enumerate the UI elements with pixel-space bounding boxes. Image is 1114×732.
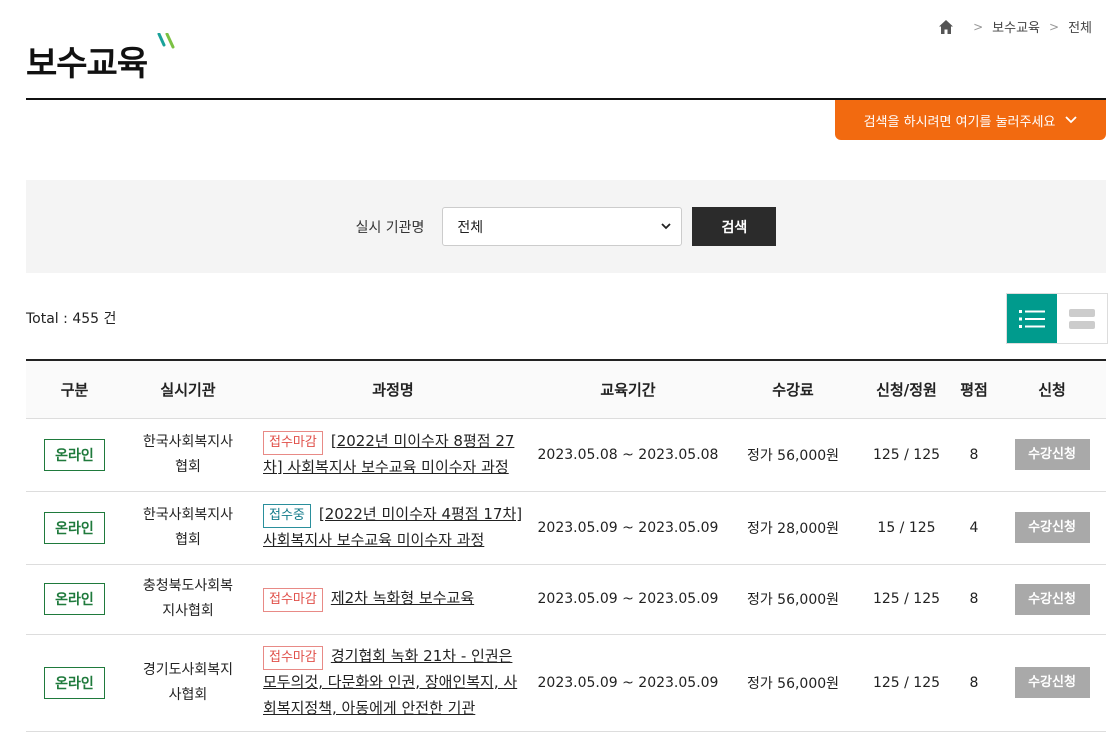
search-toggle-button[interactable]: 검색을 하시려면 여기를 눌러주세요	[835, 100, 1106, 140]
period-cell: 2023.05.08 ~ 2023.05.08	[533, 418, 723, 492]
status-badge: 접수마감	[263, 588, 323, 612]
type-badge: 온라인	[44, 666, 105, 699]
page-title: 보수교육	[26, 44, 148, 84]
column-header: 평점	[950, 360, 998, 419]
chevron-right-icon: >	[973, 19, 984, 34]
card-view-button[interactable]	[1057, 294, 1107, 343]
org-line: 사협회	[168, 686, 208, 703]
quota-cell: 15 / 125	[863, 491, 950, 565]
org-select[interactable]: 전체	[442, 207, 683, 246]
column-header: 교육기간	[533, 360, 723, 419]
table-row: 온라인 한국사회복지사협회 접수중 [2022년 미이수자 4평점 17차] 사회…	[26, 491, 1106, 565]
table-header-row: 구분 실시기관 과정명 교육기간 수강료 신청/정원 평점 신청	[26, 360, 1106, 419]
type-badge: 온라인	[44, 583, 105, 615]
column-header: 신청	[998, 360, 1106, 419]
search-toggle-label: 검색을 하시려면 여기를 눌러주세요	[863, 114, 1056, 130]
course-cell: 접수마감 제2차 녹화형 보수교육	[253, 564, 533, 635]
type-badge: 온라인	[44, 438, 105, 471]
org-select-value: 전체	[457, 219, 484, 236]
search-button[interactable]: 검색	[692, 207, 777, 246]
org-line: 충청북도사회복	[142, 578, 234, 594]
breadcrumb-item[interactable]: 보수교육	[992, 17, 1040, 36]
org-cell: 경기도사회복지사협회	[123, 634, 253, 732]
score-cell: 4	[950, 491, 998, 565]
status-badge: 접수마감	[263, 430, 323, 455]
period-cell: 2023.05.09 ~ 2023.05.09	[533, 634, 723, 732]
title-accent-icon	[157, 33, 175, 49]
total-count: Total : 455 건	[26, 311, 117, 327]
quota-cell: 125 / 125	[863, 418, 950, 492]
table-row: 온라인 경기도사회복지사협회 접수마감 경기협회 녹화 21차 - 인권은 모두의…	[26, 634, 1106, 732]
quota-cell: 125 / 125	[863, 634, 950, 732]
org-line: 협회	[175, 531, 201, 548]
course-cell: 접수마감 [2022년 미이수자 8평점 27차] 사회복지사 보수교육 미이수자…	[253, 418, 533, 492]
list-view-button[interactable]	[1007, 294, 1057, 343]
search-panel: 실시 기관명 전체 검색	[26, 180, 1106, 273]
org-line: 한국사회복지사	[142, 506, 234, 523]
column-header: 구분	[26, 360, 123, 419]
status-badge: 접수중	[263, 503, 311, 528]
apply-button[interactable]: 수강신청	[1014, 667, 1090, 698]
chevron-down-icon	[1065, 116, 1078, 124]
status-badge: 접수마감	[263, 645, 323, 670]
org-cell: 한국사회복지사협회	[123, 491, 253, 565]
course-link[interactable]: 제2차 녹화형 보수교육	[331, 589, 474, 607]
course-cell: 접수마감 경기협회 녹화 21차 - 인권은 모두의것, 다문화와 인권, 장애인…	[253, 634, 533, 732]
fee-cell: 정가 56,000원	[723, 634, 863, 732]
view-toggle	[1006, 293, 1108, 344]
breadcrumb-item-current[interactable]: 전체	[1068, 17, 1092, 36]
org-line: 경기도사회복지	[142, 661, 234, 678]
table-row: 온라인 충청북도사회복지사협회 접수마감 제2차 녹화형 보수교육 2023.05…	[26, 564, 1106, 635]
score-cell: 8	[950, 634, 998, 732]
score-cell: 8	[950, 418, 998, 492]
chevron-right-icon: >	[1049, 19, 1060, 34]
apply-button[interactable]: 수강신청	[1014, 583, 1090, 615]
fee-cell: 정가 56,000원	[723, 418, 863, 492]
period-cell: 2023.05.09 ~ 2023.05.09	[533, 491, 723, 565]
org-line: 한국사회복지사	[142, 433, 234, 450]
org-cell: 충청북도사회복지사협회	[123, 564, 253, 635]
course-table: 구분 실시기관 과정명 교육기간 수강료 신청/정원 평점 신청 온라인 한국사…	[26, 359, 1106, 732]
column-header: 과정명	[253, 360, 533, 419]
type-badge: 온라인	[44, 511, 105, 544]
home-icon[interactable]	[938, 19, 954, 35]
fee-cell: 정가 56,000원	[723, 564, 863, 635]
breadcrumb: > 보수교육 > 전체	[938, 17, 1092, 36]
quota-cell: 125 / 125	[863, 564, 950, 635]
org-filter-label: 실시 기관명	[355, 219, 425, 236]
apply-button[interactable]: 수강신청	[1014, 439, 1090, 470]
fee-cell: 정가 28,000원	[723, 491, 863, 565]
list-icon	[1019, 309, 1045, 328]
score-cell: 8	[950, 564, 998, 635]
org-line: 지사협회	[162, 603, 214, 619]
column-header: 신청/정원	[863, 360, 950, 419]
period-cell: 2023.05.09 ~ 2023.05.09	[533, 564, 723, 635]
card-view-icon	[1069, 308, 1095, 329]
chevron-down-icon	[661, 223, 672, 230]
column-header: 실시기관	[123, 360, 253, 419]
org-cell: 한국사회복지사협회	[123, 418, 253, 492]
column-header: 수강료	[723, 360, 863, 419]
course-cell: 접수중 [2022년 미이수자 4평점 17차] 사회복지사 보수교육 미이수자 …	[253, 491, 533, 565]
org-line: 협회	[175, 458, 201, 475]
table-row: 온라인 한국사회복지사협회 접수마감 [2022년 미이수자 8평점 27차] 사…	[26, 418, 1106, 492]
apply-button[interactable]: 수강신청	[1014, 512, 1090, 543]
